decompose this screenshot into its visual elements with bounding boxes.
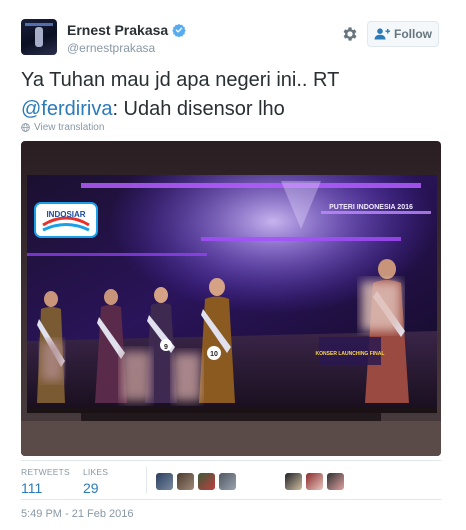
- mention-link[interactable]: @ferdiriva: [21, 98, 112, 120]
- tweet-text-main: Ya Tuhan mau jd apa negeri ini.. RT: [21, 69, 340, 91]
- sash-number-10: 10: [210, 351, 218, 358]
- overlay-bug: KONSER LAUNCHING FINAL: [316, 337, 385, 365]
- user-name-row[interactable]: Ernest Prakasa: [67, 22, 186, 38]
- verified-icon: [172, 23, 186, 37]
- liker-avatar[interactable]: [198, 473, 215, 490]
- sash-number-9: 9: [164, 344, 168, 351]
- retweets-label: RETWEETS: [21, 467, 70, 477]
- banner-text: PUTERI INDONESIA 2016: [329, 204, 413, 211]
- likes-stat[interactable]: LIKES 29: [83, 467, 108, 496]
- liker-avatar[interactable]: [306, 473, 323, 490]
- gear-icon[interactable]: [341, 25, 359, 43]
- view-translation-link[interactable]: View translation: [21, 122, 104, 133]
- stats-divider-top: [21, 460, 441, 461]
- likes-count[interactable]: 29: [83, 480, 108, 496]
- liker-avatar[interactable]: [219, 473, 236, 490]
- user-handle[interactable]: @ernestprakasa: [67, 41, 155, 55]
- add-user-icon: [374, 28, 390, 40]
- tv-photo-illustration: INDOSIAR PUTERI INDONESIA 2016 9 10 KONS…: [21, 141, 441, 456]
- retweets-count[interactable]: 111: [21, 480, 70, 496]
- overlay-text: KONSER LAUNCHING FINAL: [316, 351, 385, 357]
- follow-button[interactable]: Follow: [367, 21, 439, 47]
- display-name[interactable]: Ernest Prakasa: [67, 22, 168, 38]
- follow-label: Follow: [394, 27, 432, 41]
- liker-avatar[interactable]: [177, 473, 194, 490]
- tweet-text: Ya Tuhan mau jd apa negeri ini.. RT @fer…: [21, 66, 441, 124]
- likes-label: LIKES: [83, 467, 109, 477]
- tweet-text-rest: : Udah disensor lho: [112, 98, 285, 120]
- liker-avatar[interactable]: [285, 473, 302, 490]
- liker-avatar[interactable]: [327, 473, 344, 490]
- avatar[interactable]: [21, 19, 57, 55]
- tweet-photo[interactable]: INDOSIAR PUTERI INDONESIA 2016 9 10 KONS…: [21, 141, 441, 456]
- view-translation-label: View translation: [34, 122, 105, 133]
- tweet-timestamp[interactable]: 5:49 PM - 21 Feb 2016: [21, 508, 134, 520]
- retweets-stat[interactable]: RETWEETS 111: [21, 467, 70, 496]
- stats-separator: [146, 467, 147, 493]
- liker-avatar[interactable]: [156, 473, 173, 490]
- globe-icon: [21, 123, 30, 132]
- channel-logo: [34, 202, 98, 238]
- stats-divider-bottom: [21, 499, 441, 500]
- channel-logo-text: INDOSIAR: [46, 210, 85, 219]
